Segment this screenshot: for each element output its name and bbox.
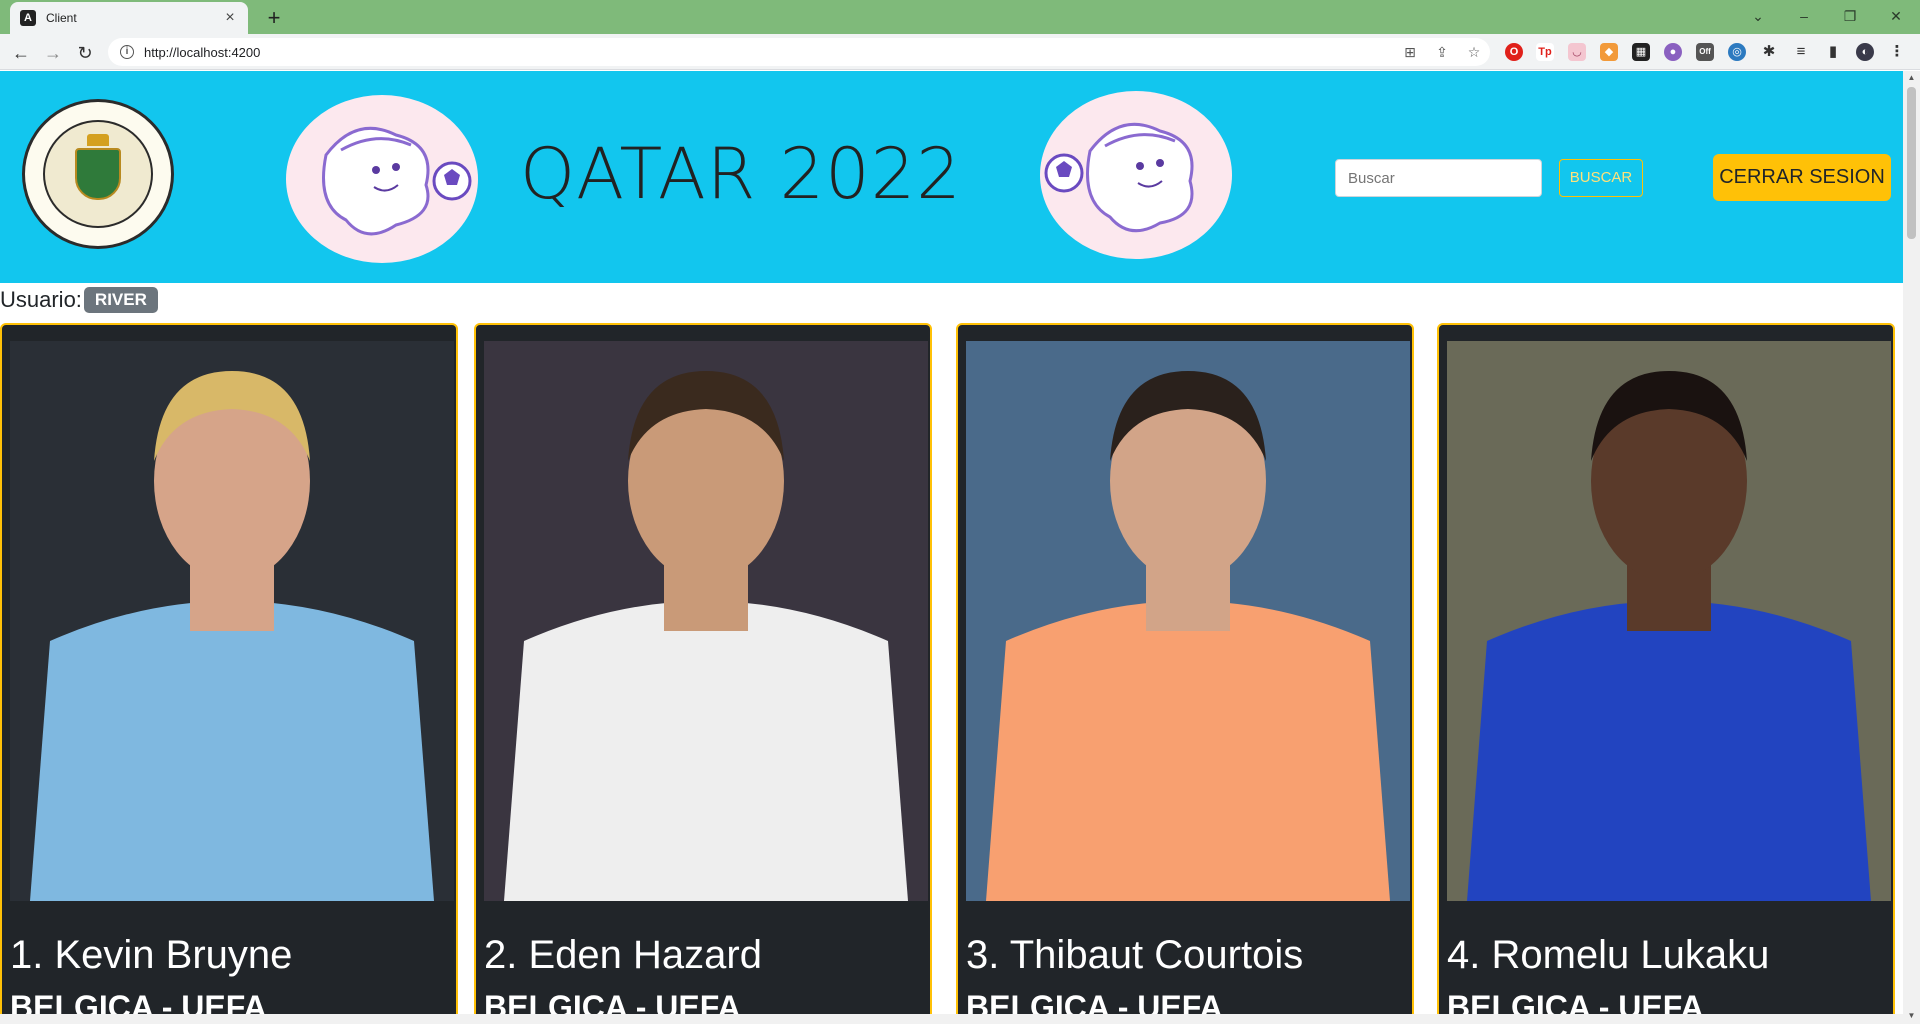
- jersey: [504, 601, 908, 901]
- seal-crown: [87, 134, 109, 146]
- minimize-button[interactable]: –: [1782, 4, 1826, 28]
- seal-shield: [75, 148, 121, 200]
- reload-icon[interactable]: ↻: [72, 40, 98, 66]
- site-info-icon[interactable]: i: [120, 45, 134, 59]
- restore-button[interactable]: ❐: [1828, 4, 1872, 28]
- player-portrait: [1447, 341, 1891, 901]
- page-header: QATAR 2022 BUSCAR CERRAR SESION: [0, 71, 1903, 283]
- player-portrait: [966, 341, 1410, 901]
- player-name: 4. Romelu Lukaku: [1447, 933, 1770, 977]
- search-input[interactable]: [1335, 159, 1542, 197]
- puzzle-extensions-icon[interactable]: ✱: [1760, 43, 1778, 61]
- side-panel-icon[interactable]: ▮: [1824, 43, 1842, 61]
- tab-title: Client: [46, 11, 77, 25]
- player-name: 2. Eden Hazard: [484, 933, 762, 977]
- browser-tab-bar: A Client × + ⌄ – ❐ ✕: [0, 0, 1920, 34]
- scroll-up-icon[interactable]: ▲: [1907, 73, 1916, 82]
- player-card[interactable]: 3. Thibaut Courtois BELGICA - UEFA: [956, 323, 1414, 1023]
- player-portrait: [484, 341, 928, 901]
- reading-list-icon[interactable]: ≡: [1792, 43, 1810, 61]
- new-tab-button[interactable]: +: [260, 4, 288, 32]
- off-extension-icon[interactable]: Off: [1696, 43, 1714, 61]
- forward-arrow-icon[interactable]: →: [40, 40, 66, 66]
- player-portrait: [10, 341, 454, 901]
- translate-icon[interactable]: ⊞: [1394, 44, 1426, 61]
- search-button[interactable]: BUSCAR: [1559, 159, 1643, 197]
- university-seal-logo: [22, 99, 174, 249]
- bookmark-star-icon[interactable]: ☆: [1458, 44, 1490, 61]
- player-photo: [966, 341, 1410, 901]
- jersey: [986, 601, 1390, 901]
- browser-tab[interactable]: A Client ×: [10, 2, 248, 34]
- player-photo: [10, 341, 454, 901]
- close-window-button[interactable]: ✕: [1874, 4, 1918, 28]
- opera-extension-icon[interactable]: O: [1505, 43, 1523, 61]
- laeeb-mascot-image-left: [286, 95, 478, 263]
- vertical-scrollbar[interactable]: ▲ ▼: [1903, 71, 1920, 1024]
- player-name: 1. Kevin Bruyne: [10, 933, 293, 977]
- tab-search-icon[interactable]: ⌄: [1736, 4, 1780, 28]
- close-tab-icon[interactable]: ×: [222, 9, 238, 27]
- username-badge: RIVER: [83, 287, 158, 313]
- back-arrow-icon[interactable]: ←: [8, 40, 34, 66]
- player-name: 3. Thibaut Courtois: [966, 933, 1304, 977]
- user-label: Usuario:: [0, 287, 82, 312]
- color-extension-icon[interactable]: ●: [1664, 43, 1682, 61]
- player-card[interactable]: 2. Eden Hazard BELGICA - UEFA: [474, 323, 932, 1023]
- horizontal-scrollbar[interactable]: [0, 1014, 1903, 1024]
- player-photo: [1447, 341, 1891, 901]
- tp-extension-icon[interactable]: Tp: [1536, 43, 1554, 61]
- profile-avatar[interactable]: ◐: [1856, 43, 1874, 61]
- page-title: QATAR 2022: [520, 133, 962, 215]
- user-info: Usuario: RIVER: [0, 285, 158, 315]
- share-icon[interactable]: ⇪: [1426, 44, 1458, 61]
- seal-emblem: [43, 120, 153, 228]
- browser-toolbar: ← → ↻ i http://localhost:4200 ⊞ ⇪ ☆ O Tp…: [0, 34, 1920, 70]
- angular-favicon-icon: A: [20, 10, 36, 26]
- more-menu-icon[interactable]: ⋮: [1888, 43, 1906, 61]
- cat-extension-icon[interactable]: ◡: [1568, 43, 1586, 61]
- scrollbar-thumb[interactable]: [1907, 87, 1916, 239]
- player-card[interactable]: 1. Kevin Bruyne BELGICA - UEFA: [0, 323, 458, 1023]
- player-card[interactable]: 4. Romelu Lukaku BELGICA - UEFA: [1437, 323, 1895, 1023]
- jersey: [30, 601, 434, 901]
- player-photo: [484, 341, 928, 901]
- address-bar[interactable]: i http://localhost:4200 ⊞ ⇪ ☆: [108, 38, 1490, 66]
- url-text[interactable]: http://localhost:4200: [144, 45, 1394, 60]
- metamask-extension-icon[interactable]: ◆: [1600, 43, 1618, 61]
- scroll-down-icon[interactable]: ▼: [1907, 1011, 1916, 1020]
- mask-extension-icon[interactable]: ▦: [1632, 43, 1650, 61]
- jersey: [1467, 601, 1871, 901]
- laeeb-mascot-image-right: [1040, 91, 1232, 259]
- logout-button[interactable]: CERRAR SESION: [1713, 154, 1891, 201]
- globe-extension-icon[interactable]: ◎: [1728, 43, 1746, 61]
